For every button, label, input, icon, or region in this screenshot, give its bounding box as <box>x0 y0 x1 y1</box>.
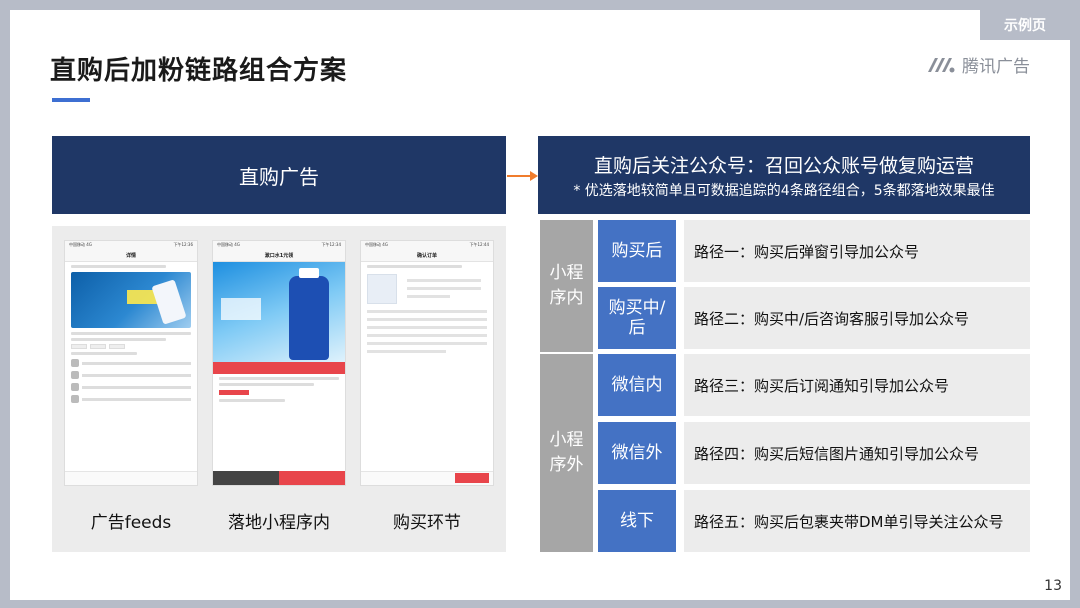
caption-mini-program: 落地小程序内 <box>228 513 330 533</box>
group-in-mini-program: 小程 序内 <box>540 220 593 352</box>
phone-nav-title: 漱口水1元领 <box>213 250 345 262</box>
feed-comment <box>71 395 191 403</box>
feed-text-line <box>71 352 137 355</box>
phone-mini-program: 中国移动 4G 下午12:34 漱口水1元领 <box>212 240 346 486</box>
category-during-after-purchase: 购买中/ 后 <box>598 287 676 349</box>
order-item-image <box>367 274 397 304</box>
order-field-row <box>367 318 487 321</box>
feed-comment <box>71 371 191 379</box>
phone-status-bar: 中国移动 4G 下午12:44 <box>361 241 493 250</box>
feed-tag-chips <box>71 344 191 349</box>
checkout-bar <box>361 471 493 485</box>
order-field-row <box>367 326 487 329</box>
brand: 腾讯广告 <box>926 52 1030 77</box>
category-offline: 线下 <box>598 490 676 552</box>
ad-creative-image <box>71 272 191 328</box>
promo-strip <box>213 362 345 374</box>
header-sub-text: * 优选落地较简单且可数据追踪的4条路径组合，5条都落地效果最佳 <box>573 182 995 199</box>
order-field-row <box>367 310 487 313</box>
phone-status-bar: 中国移动 4G 下午12:34 <box>213 241 345 250</box>
phone-nav-title: 确认订单 <box>361 250 493 262</box>
time-text: 下午12:44 <box>469 242 489 247</box>
carrier-text: 中国移动 4G <box>217 242 240 247</box>
path-row-3: 路径三：购买后订阅通知引导加公众号 <box>684 354 1030 416</box>
product-title-line <box>219 383 315 386</box>
toothpaste-image <box>151 279 187 325</box>
path-row-2: 路径二：购买中/后咨询客服引导加公众号 <box>684 287 1030 349</box>
order-item <box>367 274 487 304</box>
path-row-5: 路径五：购买后包裹夹带DM单引导关注公众号 <box>684 490 1030 552</box>
group-outside-mini-program: 小程 序外 <box>540 354 593 552</box>
brand-name: 腾讯广告 <box>962 57 1030 77</box>
address-line <box>367 265 463 268</box>
hero-headline-block <box>221 298 261 320</box>
category-after-purchase: 购买后 <box>598 220 676 282</box>
category-in-wechat: 微信内 <box>598 354 676 416</box>
tencent-ads-logo-icon <box>928 57 955 72</box>
buy-action-bar <box>213 471 345 485</box>
slide: 示例页 直购后加粉链路组合方案 腾讯广告 直购广告 中国移动 4G 下午12:3… <box>10 10 1070 600</box>
path-row-1: 路径一：购买后弹窗引导加公众号 <box>684 220 1030 282</box>
path-row-4: 路径四：购买后短信图片通知引导加公众号 <box>684 422 1030 484</box>
carrier-text: 中国移动 4G <box>69 242 92 247</box>
product-title-line <box>219 377 339 380</box>
submit-order-button <box>455 473 489 483</box>
feed-text-line <box>71 332 191 335</box>
feed-comment <box>71 359 191 367</box>
order-field-row <box>367 350 447 353</box>
mouthwash-bottle-image <box>289 268 329 360</box>
phone-ad-feeds: 中国移动 4G 下午12:36 详情 <box>64 240 198 486</box>
product-text-line <box>219 399 285 402</box>
category-outside-wechat: 微信外 <box>598 422 676 484</box>
caption-ad-feeds: 广告feeds <box>90 513 172 533</box>
phone-checkout: 中国移动 4G 下午12:44 确认订单 <box>360 240 494 486</box>
feed-text-line <box>71 338 167 341</box>
page-title: 直购后加粉链路组合方案 <box>50 56 348 86</box>
feed-account-line <box>71 265 167 268</box>
product-hero-image <box>213 262 345 362</box>
follow-account-header: 直购后关注公众号：召回公众账号做复购运营 * 优选落地较简单且可数据追踪的4条路… <box>538 136 1030 214</box>
price-block <box>219 390 249 395</box>
time-text: 下午12:34 <box>321 242 341 247</box>
time-text: 下午12:36 <box>173 242 193 247</box>
comment-input-bar <box>65 471 197 485</box>
direct-ad-header: 直购广告 <box>52 136 506 214</box>
phone-screens-panel: 中国移动 4G 下午12:36 详情 中国移动 4G 下午12:34 漱口水1元… <box>52 226 506 552</box>
example-page-tag: 示例页 <box>980 10 1070 40</box>
caption-purchase: 购买环节 <box>393 513 461 533</box>
carrier-text: 中国移动 4G <box>365 242 388 247</box>
order-field-row <box>367 334 487 337</box>
title-underline <box>52 98 90 102</box>
phone-status-bar: 中国移动 4G 下午12:36 <box>65 241 197 250</box>
arrow-right-icon <box>530 171 538 181</box>
header-main-text: 直购后关注公众号：召回公众账号做复购运营 <box>593 154 974 177</box>
feed-comment <box>71 383 191 391</box>
phone-nav-title: 详情 <box>65 250 197 262</box>
page-number: 13 <box>1044 578 1062 594</box>
order-field-row <box>367 342 487 345</box>
